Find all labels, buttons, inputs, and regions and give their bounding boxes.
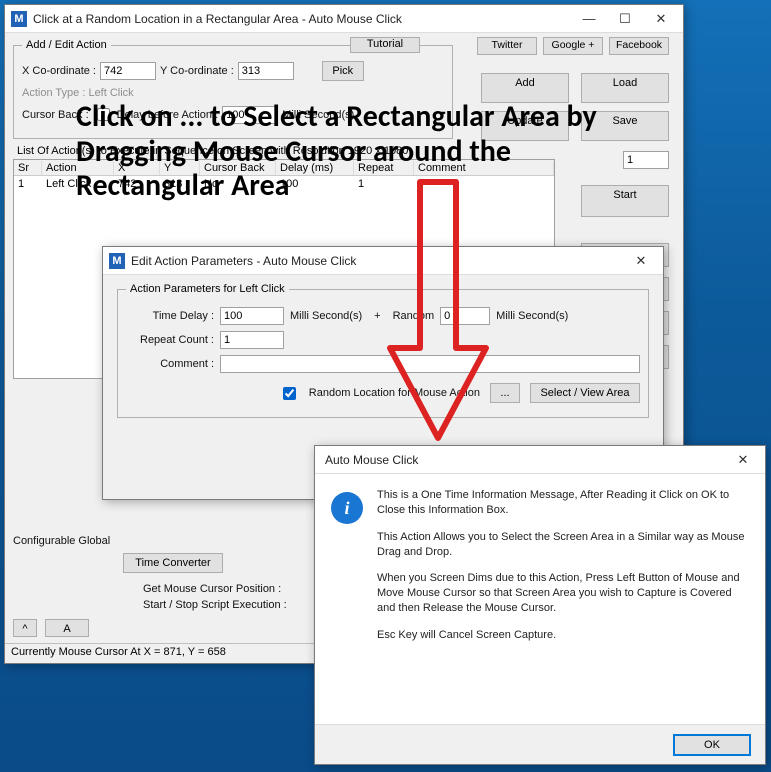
table-row[interactable]: 1 Left Click 742 313 No 100 1	[14, 176, 554, 192]
random-delay-input[interactable]	[440, 307, 490, 325]
info-icon: i	[331, 492, 363, 524]
info-p2: This Action Allows you to Select the Scr…	[377, 530, 749, 560]
edit-titlebar: M Edit Action Parameters - Auto Mouse Cl…	[103, 247, 663, 275]
caret-up-button[interactable]: ^	[13, 619, 37, 637]
right-button-column-top: Add Load Update Save	[481, 73, 669, 169]
cell-x: 742	[114, 177, 160, 191]
y-coord-label: Y Co-ordinate :	[160, 65, 234, 77]
plus-label: +	[374, 310, 380, 322]
group-legend: Add / Edit Action	[22, 39, 111, 51]
col-delay: Delay (ms)	[276, 161, 354, 175]
cell-cmt	[414, 183, 554, 185]
add-edit-action-group: Add / Edit Action X Co-ordinate : Y Co-o…	[13, 39, 453, 139]
add-button[interactable]: Add	[481, 73, 569, 103]
save-button[interactable]: Save	[581, 111, 669, 141]
delay-label: Delay before Action :	[117, 109, 219, 121]
info-p3: When you Screen Dims due to this Action,…	[377, 571, 749, 616]
pick-button[interactable]: Pick	[322, 61, 364, 81]
start-stop-label: Start / Stop Script Execution :	[143, 599, 287, 611]
load-button[interactable]: Load	[581, 73, 669, 103]
action-type-label: Action Type : Left Click	[22, 87, 134, 99]
y-coord-input[interactable]	[238, 62, 294, 80]
table-header: Sr Action X Y Cursor Back Delay (ms) Rep…	[14, 160, 554, 176]
cell-sr: 1	[14, 177, 42, 191]
repeat-count-input[interactable]	[623, 151, 669, 169]
info-p1: This is a One Time Information Message, …	[377, 488, 749, 518]
tutorial-button[interactable]: Tutorial	[350, 37, 420, 53]
action-parameters-group: Action Parameters for Left Click Time De…	[117, 283, 649, 418]
col-repeat: Repeat	[354, 161, 414, 175]
minimize-button[interactable]: —	[571, 7, 607, 31]
time-delay-label: Time Delay :	[126, 310, 214, 322]
facebook-button[interactable]: Facebook	[609, 37, 669, 55]
col-y: Y	[160, 161, 200, 175]
info-message: This is a One Time Information Message, …	[377, 488, 749, 655]
maximize-button[interactable]: ☐	[607, 7, 643, 31]
google-plus-button[interactable]: Google +	[543, 37, 603, 55]
x-coord-label: X Co-ordinate :	[22, 65, 96, 77]
close-button[interactable]: ✕	[725, 448, 761, 472]
cursor-back-label: Cursor Back :	[22, 109, 89, 121]
random-location-label: Random Location for Mouse Action	[309, 387, 480, 399]
info-title: Auto Mouse Click	[321, 453, 725, 467]
cell-rep: 1	[354, 177, 414, 191]
ellipsis-button[interactable]: ...	[490, 383, 520, 403]
x-coord-input[interactable]	[100, 62, 156, 80]
configurable-global-label: Configurable Global	[13, 535, 110, 547]
random-label: Random	[393, 310, 435, 322]
random-unit-label: Milli Second(s)	[496, 310, 568, 322]
time-converter-button[interactable]: Time Converter	[123, 553, 223, 573]
main-title: Click at a Random Location in a Rectangu…	[33, 12, 571, 26]
info-p4: Esc Key will Cancel Screen Capture.	[377, 628, 749, 643]
select-view-area-button[interactable]: Select / View Area	[530, 383, 640, 403]
group-legend: Action Parameters for Left Click	[126, 283, 289, 295]
cell-action: Left Click	[42, 177, 114, 191]
app-icon: M	[11, 11, 27, 27]
app-icon: M	[109, 253, 125, 269]
get-cursor-pos-label: Get Mouse Cursor Position :	[143, 583, 281, 595]
col-x: X	[114, 161, 160, 175]
twitter-button[interactable]: Twitter	[477, 37, 537, 55]
cell-cb: No	[200, 177, 276, 191]
random-location-checkbox[interactable]	[283, 387, 296, 400]
info-footer: OK	[315, 724, 765, 764]
update-button[interactable]: Update	[481, 111, 569, 141]
close-button[interactable]: ✕	[643, 7, 679, 31]
time-delay-input[interactable]	[220, 307, 284, 325]
cell-y: 313	[160, 177, 200, 191]
comment-label: Comment :	[126, 358, 214, 370]
edit-title: Edit Action Parameters - Auto Mouse Clic…	[131, 254, 623, 268]
info-dialog: Auto Mouse Click ✕ i This is a One Time …	[314, 445, 766, 765]
col-action: Action	[42, 161, 114, 175]
comment-input[interactable]	[220, 355, 640, 373]
ok-button[interactable]: OK	[673, 734, 751, 756]
delay-unit-label: Milli Second(s)	[282, 109, 354, 121]
repeat-count-input[interactable]	[220, 331, 284, 349]
cell-delay: 100	[276, 177, 354, 191]
delay-input[interactable]	[222, 106, 278, 124]
social-links: Twitter Google + Facebook	[477, 37, 669, 55]
info-titlebar: Auto Mouse Click ✕	[315, 446, 765, 474]
cursor-back-checkbox[interactable]	[97, 108, 110, 121]
col-cursor-back: Cursor Back	[200, 161, 276, 175]
close-button[interactable]: ✕	[623, 249, 659, 273]
time-delay-unit: Milli Second(s)	[290, 310, 362, 322]
main-titlebar: M Click at a Random Location in a Rectan…	[5, 5, 683, 33]
col-sr: Sr	[14, 161, 42, 175]
repeat-count-label: Repeat Count :	[126, 334, 214, 346]
a-button[interactable]: A	[45, 619, 89, 637]
start-button[interactable]: Start	[581, 185, 669, 217]
